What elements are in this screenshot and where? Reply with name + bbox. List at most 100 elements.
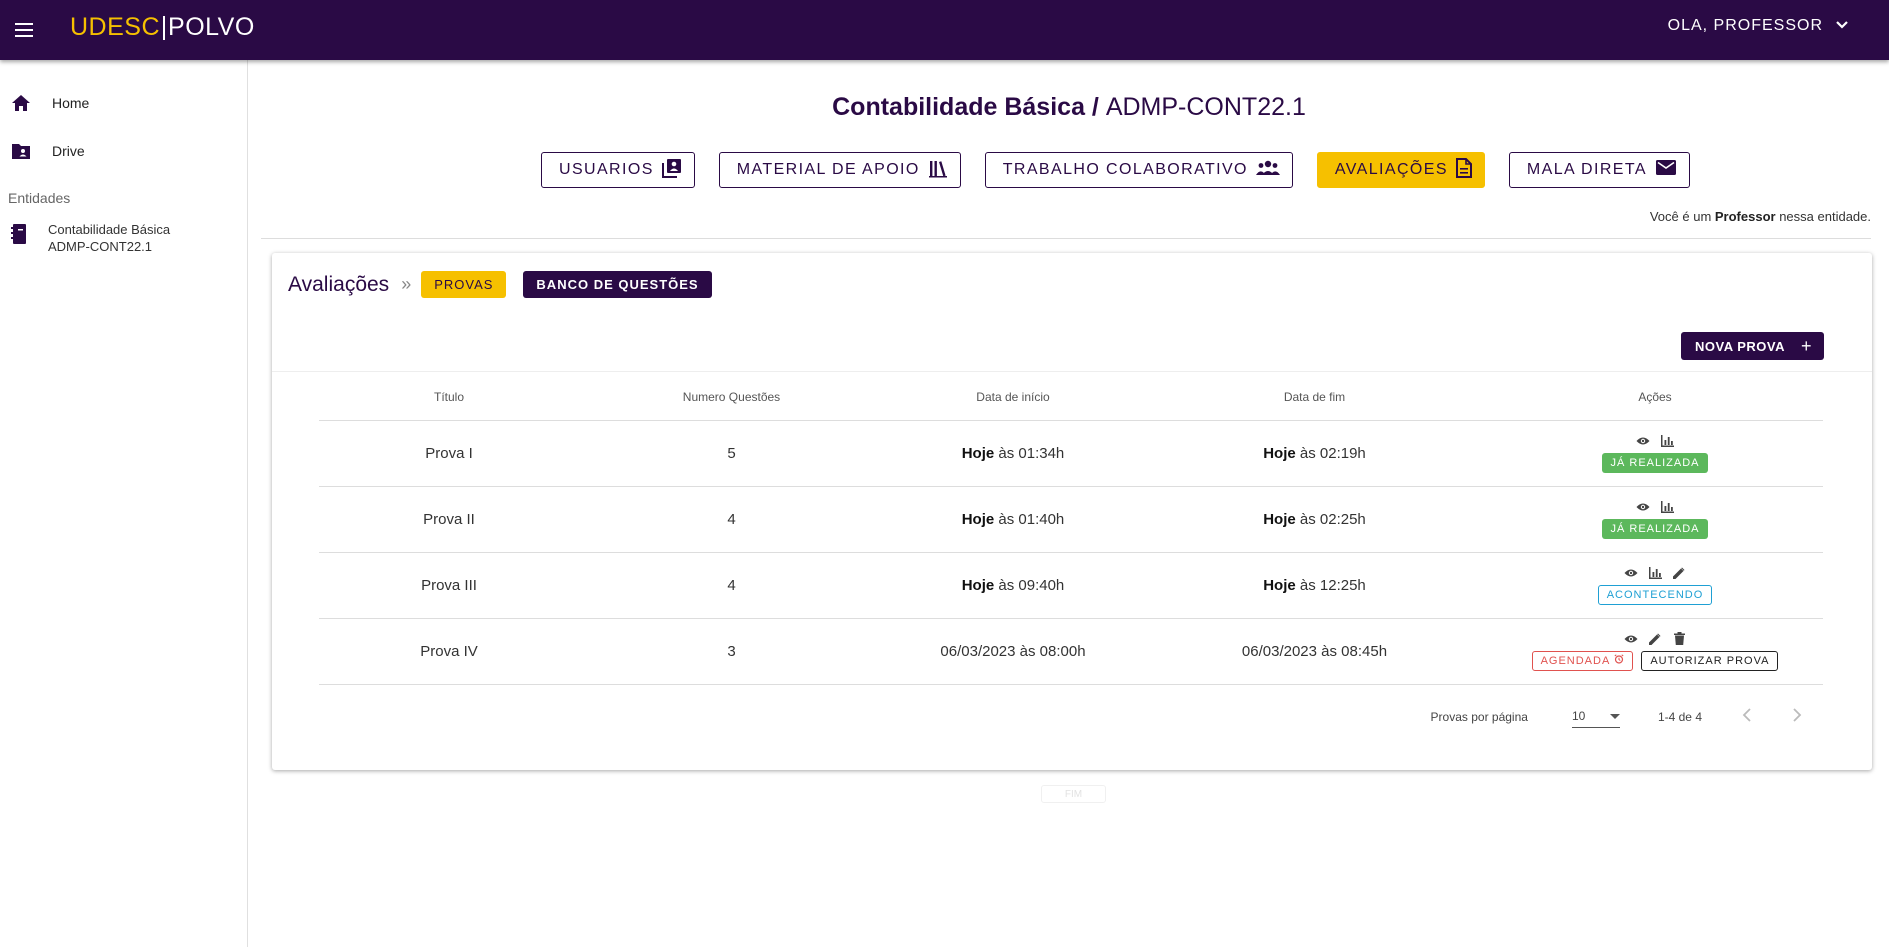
sidebar-item-home[interactable]: Home bbox=[0, 79, 247, 127]
breadcrumb: Avaliações » PROVAS BANCO DE QUESTÕES bbox=[288, 271, 712, 298]
edit-pencil-icon[interactable] bbox=[1672, 566, 1686, 580]
tab-trabalho-colaborativo[interactable]: TRABALHO COLABORATIVO bbox=[984, 152, 1293, 188]
table-pagination: Provas por página 10 1-4 de 4 bbox=[1431, 705, 1802, 728]
alarm-clock-icon bbox=[1614, 654, 1624, 667]
hamburger-menu-icon[interactable] bbox=[10, 16, 38, 44]
tab-mala-direta[interactable]: MALA DIRETA bbox=[1508, 152, 1690, 188]
page-range: 1-4 de 4 bbox=[1657, 709, 1702, 724]
cell-acoes: JÁ REALIZADA bbox=[1487, 486, 1823, 553]
cell-inicio: Hoje às 01:40h bbox=[884, 486, 1142, 553]
mail-icon bbox=[1655, 159, 1677, 181]
bar-chart-icon[interactable] bbox=[1648, 566, 1662, 580]
col-inicio[interactable]: Data de início bbox=[884, 375, 1142, 421]
cell-acoes: ACONTECENDO bbox=[1487, 552, 1823, 619]
role-note: Você é um Professor nessa entidade. bbox=[1650, 209, 1871, 224]
table-row: Prova IV 3 06/03/2023 às 08:00h 06/03/20… bbox=[319, 618, 1823, 685]
user-menu[interactable]: OLA, PROFESSOR bbox=[1668, 17, 1849, 35]
inicio-day: Hoje bbox=[961, 444, 995, 462]
col-acoes: Ações bbox=[1487, 375, 1823, 421]
brand-polvo: POLVO bbox=[168, 13, 255, 41]
status-badge: AGENDADA bbox=[1531, 650, 1634, 671]
document-icon bbox=[1455, 157, 1472, 183]
per-page-label: Provas por página bbox=[1430, 709, 1528, 724]
entity-tabs: USUARIOS MATERIAL DE APOIO TRABALHO COLA… bbox=[541, 152, 1690, 188]
library-icon bbox=[928, 158, 948, 183]
top-app-bar: UDESC POLVO OLA, PROFESSOR bbox=[0, 0, 1889, 60]
table-row: Prova I 5 Hoje às 01:34h Hoje às 02:19h … bbox=[319, 420, 1823, 487]
breadcrumb-separator: » bbox=[401, 274, 412, 294]
cell-fim: Hoje às 02:19h bbox=[1142, 420, 1487, 487]
inicio-time: às 01:40h bbox=[994, 510, 1065, 528]
tab-label: USUARIOS bbox=[559, 161, 654, 178]
status-badge: JÁ REALIZADA bbox=[1602, 452, 1708, 473]
sidebar-entity-contabilidade[interactable]: Contabilidade Básica ADMP-CONT22.1 bbox=[0, 215, 247, 255]
cell-questoes: 3 bbox=[579, 618, 884, 685]
cell-questoes: 4 bbox=[579, 552, 884, 619]
col-questoes[interactable]: Numero Questões bbox=[579, 375, 884, 421]
user-greeting: OLA, PROFESSOR bbox=[1667, 17, 1823, 34]
faded-footer-button: FIM bbox=[1041, 785, 1106, 803]
tab-label: MALA DIRETA bbox=[1526, 161, 1647, 178]
tab-usuarios[interactable]: USUARIOS bbox=[541, 152, 695, 188]
entity-name: Contabilidade Básica bbox=[48, 222, 171, 237]
entity-code: ADMP-CONT22.1 bbox=[48, 239, 153, 254]
eye-icon[interactable] bbox=[1636, 434, 1650, 448]
course-code: ADMP-CONT22.1 bbox=[1105, 93, 1306, 121]
status-badge: JÁ REALIZADA bbox=[1602, 518, 1708, 539]
autorizar-prova-button[interactable]: AUTORIZAR PROVA bbox=[1641, 650, 1779, 671]
cell-fim: Hoje às 02:25h bbox=[1142, 486, 1487, 553]
cell-titulo: Prova IV bbox=[319, 618, 579, 685]
provas-table: Título Numero Questões Data de início Da… bbox=[319, 375, 1823, 685]
provas-button[interactable]: PROVAS bbox=[421, 271, 507, 298]
table-header-row: Título Numero Questões Data de início Da… bbox=[319, 375, 1823, 421]
inicio-time: às 09:40h bbox=[994, 576, 1065, 594]
course-name: Contabilidade Básica / bbox=[832, 93, 1106, 121]
group-icon bbox=[1255, 159, 1280, 182]
cell-fim: Hoje às 12:25h bbox=[1142, 552, 1487, 619]
cell-titulo: Prova I bbox=[319, 420, 579, 487]
nova-prova-button[interactable]: NOVA PROVA + bbox=[1680, 332, 1824, 360]
eye-icon[interactable] bbox=[1624, 632, 1638, 646]
table-row: Prova III 4 Hoje às 09:40h Hoje às 12:25… bbox=[319, 552, 1823, 619]
card-title: Avaliações bbox=[288, 272, 390, 296]
fim-day: Hoje bbox=[1263, 576, 1296, 594]
tab-label: AVALIAÇÕES bbox=[1334, 161, 1448, 178]
cell-fim: 06/03/2023 às 08:45h bbox=[1142, 618, 1487, 685]
cell-inicio: Hoje às 09:40h bbox=[884, 552, 1142, 619]
banco-de-questoes-button[interactable]: BANCO DE QUESTÕES bbox=[523, 271, 712, 298]
eye-icon[interactable] bbox=[1636, 500, 1650, 514]
inicio-time: às 01:34h bbox=[994, 444, 1065, 462]
fim-day: Hoje bbox=[1263, 444, 1296, 462]
nova-prova-label: NOVA PROVA bbox=[1694, 338, 1785, 354]
sidebar-item-drive[interactable]: Drive bbox=[0, 127, 247, 175]
brand-logo[interactable]: UDESC POLVO bbox=[70, 13, 255, 42]
col-titulo[interactable]: Título bbox=[319, 375, 579, 421]
role-suffix: nessa entidade. bbox=[1775, 209, 1871, 224]
col-fim[interactable]: Data de fim bbox=[1142, 375, 1487, 421]
caret-down-icon bbox=[1609, 709, 1620, 723]
fim-time: às 02:19h bbox=[1295, 444, 1366, 462]
cell-acoes: JÁ REALIZADA bbox=[1487, 420, 1823, 487]
per-page-select[interactable]: 10 bbox=[1571, 706, 1620, 728]
sidebar-section-entidades: Entidades bbox=[8, 190, 71, 206]
eye-icon[interactable] bbox=[1624, 566, 1638, 580]
bar-chart-icon[interactable] bbox=[1660, 434, 1674, 448]
edit-pencil-icon[interactable] bbox=[1648, 632, 1662, 646]
main-content: Contabilidade Básica / ADMP-CONT22.1 USU… bbox=[249, 60, 1889, 947]
tab-avaliacoes[interactable]: AVALIAÇÕES bbox=[1316, 152, 1485, 188]
brand-udesc: UDESC bbox=[70, 13, 161, 41]
sidebar: Home Drive Entidades Contabilidade Básic… bbox=[0, 60, 248, 947]
table-row: Prova II 4 Hoje às 01:40h Hoje às 02:25h… bbox=[319, 486, 1823, 553]
role-prefix: Você é um bbox=[1649, 209, 1715, 224]
home-icon bbox=[10, 92, 32, 114]
notebook-icon bbox=[10, 223, 28, 250]
trash-icon[interactable] bbox=[1672, 632, 1686, 646]
role-value: Professor bbox=[1714, 209, 1776, 224]
tab-material-de-apoio[interactable]: MATERIAL DE APOIO bbox=[718, 152, 961, 188]
prev-page-icon[interactable] bbox=[1742, 705, 1752, 728]
cell-titulo: Prova III bbox=[319, 552, 579, 619]
avaliacoes-card: Avaliações » PROVAS BANCO DE QUESTÕES NO… bbox=[272, 253, 1872, 770]
page-title: Contabilidade Básica / ADMP-CONT22.1 bbox=[249, 93, 1889, 122]
next-page-icon[interactable] bbox=[1792, 705, 1802, 728]
bar-chart-icon[interactable] bbox=[1660, 500, 1674, 514]
